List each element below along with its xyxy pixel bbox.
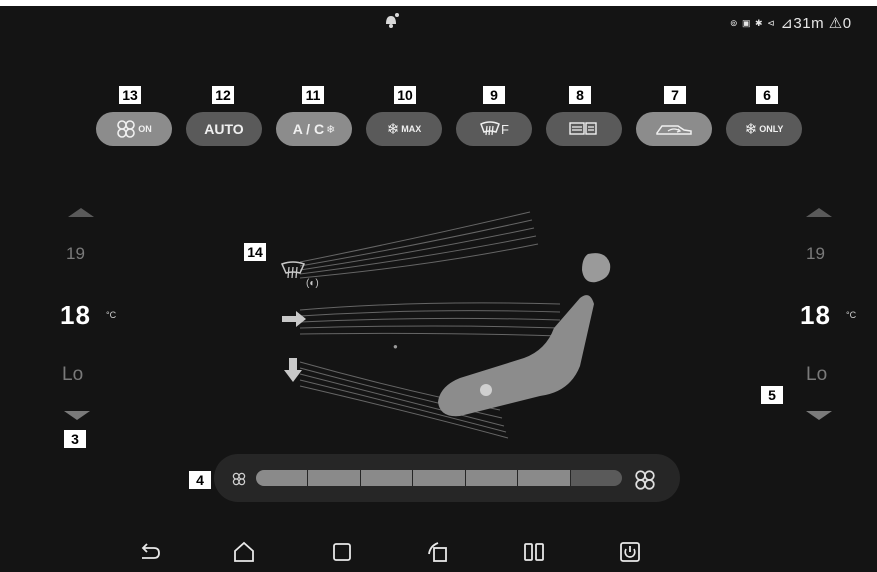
snowflake-icon: ❄: [744, 121, 758, 138]
signal-icon: ⊿: [780, 15, 794, 32]
home-icon[interactable]: [232, 540, 256, 564]
arrow-down-icon[interactable]: [282, 356, 304, 384]
fan-speed-segment[interactable]: [308, 470, 360, 486]
fan-icon: [117, 120, 136, 138]
status-time: 31m: [793, 15, 825, 32]
chevron-down-icon[interactable]: [804, 410, 834, 422]
ac-button[interactable]: A / C ❄: [276, 112, 352, 146]
notification-bell-icon: [386, 13, 399, 28]
callout-12: 12: [212, 86, 234, 104]
windshield-defrost-icon[interactable]: [280, 260, 306, 282]
snowflake-icon: ❄: [326, 123, 336, 136]
arrow-right-icon[interactable]: [280, 308, 308, 330]
auto-button[interactable]: AUTO: [186, 112, 262, 146]
climate-control-screen: ⊚ ▣ ✱ ⊲ ⊿31m ⚠0 13 12 11 10 9 8 7 6 ON A…: [0, 0, 877, 572]
callout-3: 3: [64, 430, 86, 448]
power-icon[interactable]: [618, 540, 642, 564]
left-temp-below: Lo: [62, 364, 84, 385]
status-trailing: 0: [842, 15, 852, 32]
callout-13: 13: [119, 86, 141, 104]
fan-speed-segment[interactable]: [570, 470, 622, 486]
car-screen-icon[interactable]: [426, 540, 450, 564]
recirculation-button[interactable]: [636, 112, 712, 146]
back-icon[interactable]: [138, 540, 162, 564]
fan-icon[interactable]: [232, 472, 246, 486]
fan-speed-segment[interactable]: [256, 470, 308, 486]
callout-8: 8: [569, 86, 591, 104]
recirculation-car-icon: [656, 125, 692, 135]
callout-5: 5: [761, 386, 783, 404]
ac-only-button[interactable]: ❄ ONLY: [726, 112, 802, 146]
recents-icon[interactable]: [330, 540, 354, 564]
callout-10: 10: [394, 86, 416, 104]
callout-4: 4: [189, 471, 211, 489]
status-indicators: ⊚ ▣ ✱ ⊲ ⊿31m ⚠0: [730, 14, 852, 32]
callout-14: 14: [244, 243, 266, 261]
rear-defrost-icon: [569, 122, 597, 135]
max-ac-label: MAX: [401, 124, 422, 134]
right-temp-above: 19: [806, 244, 825, 263]
fan-icon[interactable]: [634, 469, 656, 491]
snowflake-icon: ❄: [386, 121, 400, 138]
right-temp-unit: °C: [846, 310, 857, 320]
small-sensor-icon: (◐): [306, 278, 319, 289]
front-defrost-label: F: [501, 121, 509, 137]
left-temp-above: 19: [66, 244, 85, 263]
callout-6: 6: [756, 86, 778, 104]
callout-7: 7: [664, 86, 686, 104]
split-screen-icon[interactable]: [522, 540, 546, 564]
callout-9: 9: [483, 86, 505, 104]
small-marker-icon: ●: [393, 342, 398, 351]
fan-speed-segment[interactable]: [518, 470, 570, 486]
left-temp-unit: °C: [106, 310, 117, 320]
status-icons-text: ⊚ ▣ ✱ ⊲: [730, 18, 776, 28]
front-defrost-button[interactable]: F: [456, 112, 532, 146]
ac-only-label: ONLY: [759, 124, 784, 134]
max-ac-button[interactable]: ❄ MAX: [366, 112, 442, 146]
chevron-up-icon[interactable]: [804, 206, 834, 218]
left-temp-current: 18: [60, 300, 91, 330]
chevron-down-icon[interactable]: [62, 410, 92, 422]
top-border: [0, 0, 877, 6]
windshield-defrost-icon: [480, 121, 500, 136]
fan-on-button[interactable]: ON: [96, 112, 172, 146]
fan-speed-segment[interactable]: [465, 470, 518, 486]
fan-speed-segment[interactable]: [413, 470, 465, 486]
ac-label: A / C: [292, 121, 325, 137]
warning-icon: ⚠: [828, 15, 843, 32]
rear-defrost-button[interactable]: [546, 112, 622, 146]
callout-11: 11: [302, 86, 324, 104]
right-temp-below: Lo: [806, 364, 828, 385]
right-temp-current: 18: [800, 300, 831, 330]
seat-icon: [438, 253, 611, 417]
auto-label: AUTO: [204, 121, 244, 137]
fan-speed-segment[interactable]: [360, 470, 413, 486]
chevron-up-icon[interactable]: [66, 206, 96, 218]
fan-on-label: ON: [138, 124, 152, 134]
